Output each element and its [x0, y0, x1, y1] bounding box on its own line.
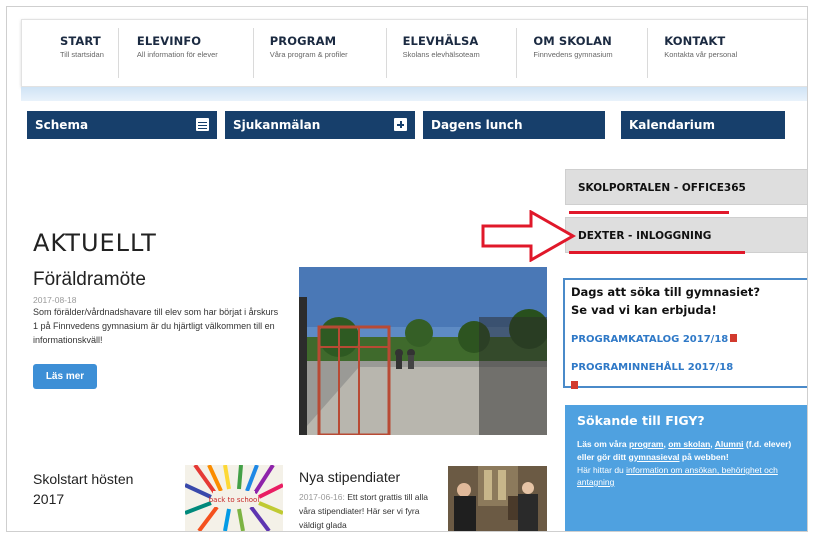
nya-stipendiater-body: 2017-06-16: Ett stort grattis till alla …: [299, 490, 439, 531]
nav-item-program[interactable]: PROGRAM Våra program & profiler: [254, 20, 386, 86]
figy-text: Läs om våra program, om skolan, Alumni (…: [577, 438, 803, 464]
om-skolan-link[interactable]: om skolan: [668, 439, 710, 449]
nya-date: 2017-06-16:: [299, 492, 345, 502]
school-yard-photo[interactable]: [299, 267, 547, 435]
program-info-box: Dags att söka till gymnasiet? Se vad vi …: [563, 278, 807, 389]
figy-text-part: på webben!: [681, 452, 729, 462]
nav-title: ELEVINFO: [136, 34, 202, 48]
dexter-login-button[interactable]: DEXTER - INLOGGNING: [565, 217, 807, 253]
figy-text-part: Här hittar du: [577, 465, 624, 475]
stipendiater-image[interactable]: [448, 466, 547, 532]
skolportalen-label: SKOLPORTALEN - OFFICE365: [578, 182, 746, 194]
skolstart-title[interactable]: Skolstart hösten 2017: [33, 469, 153, 509]
lunch-label: Dagens lunch: [431, 118, 523, 132]
program-subquestion: Se vad vi kan erbjuda!: [571, 303, 717, 317]
gymnasieval-link[interactable]: gymnasieval: [629, 452, 680, 462]
red-underline: [569, 211, 729, 214]
nav-title: START: [60, 34, 101, 48]
red-underline: [569, 251, 745, 254]
red-arrow-icon: [481, 210, 577, 262]
nav-item-elevinfo[interactable]: ELEVINFO All information för elever: [119, 20, 253, 86]
pdf-icon: [571, 380, 578, 389]
nav-subtitle: All information för elever: [136, 50, 218, 59]
nav-title: ELEVHÄLSA: [402, 34, 479, 48]
news-body: Som förälder/vårdnadshavare till elev so…: [33, 307, 279, 345]
figy-text-part: ,: [663, 439, 666, 449]
skolportalen-button[interactable]: SKOLPORTALEN - OFFICE365: [565, 169, 807, 205]
nav-item-start[interactable]: START Till startsidan: [22, 20, 118, 86]
page-frame: START Till startsidan ELEVINFO All infor…: [6, 6, 808, 532]
nav-title: OM SKOLAN: [533, 34, 612, 48]
news-title[interactable]: Föräldramöte: [33, 269, 146, 291]
section-heading: AKTUELLT: [33, 229, 157, 257]
main-navigation: START Till startsidan ELEVINFO All infor…: [21, 19, 807, 87]
calendar-icon: [196, 118, 209, 131]
programinnehall-link[interactable]: PROGRAMINNEHÅLL 2017/18: [571, 362, 733, 373]
nav-subtitle: Kontakta vår personal: [664, 50, 738, 59]
news-date: 2017-08-18: [33, 295, 77, 305]
nav-title: KONTAKT: [664, 34, 726, 48]
nav-item-om-skolan[interactable]: OM SKOLAN Finnvedens gymnasium: [517, 20, 647, 86]
program-link[interactable]: program: [629, 439, 663, 449]
dexter-label: DEXTER - INLOGGNING: [578, 230, 712, 242]
pdf-icon: [730, 333, 738, 342]
kalendarium-button[interactable]: Kalendarium: [621, 111, 785, 139]
sjukanmalan-label: Sjukanmälan: [233, 118, 321, 132]
thumbnail-caption: back to school: [209, 496, 260, 504]
program-question: Dags att söka till gymnasiet?: [571, 285, 761, 299]
skolstart-text: Skolstart hösten 2017: [33, 471, 134, 507]
nav-item-elevhalsa[interactable]: ELEVHÄLSA Skolans elevhälsoteam: [387, 20, 517, 86]
figy-heading: Sökande till FIGY?: [577, 413, 705, 428]
kalendarium-label: Kalendarium: [629, 118, 715, 132]
sokande-figy-box: Sökande till FIGY? Läs om våra program, …: [565, 405, 807, 531]
schema-label: Schema: [35, 118, 89, 132]
nav-subtitle: Våra program & profiler: [269, 50, 348, 59]
figy-text-part: ,: [710, 439, 713, 449]
figy-text-2: Här hittar du information om ansökan, be…: [577, 464, 803, 488]
read-more-button[interactable]: Läs mer: [33, 364, 97, 389]
nya-stipendiater-title[interactable]: Nya stipendiater: [299, 469, 400, 485]
programkatalog-link[interactable]: PROGRAMKATALOG 2017/18: [571, 334, 728, 345]
plus-icon: [394, 118, 407, 131]
sjukanmalan-button[interactable]: Sjukanmälan: [225, 111, 415, 139]
back-to-school-image[interactable]: back to school: [185, 465, 283, 531]
alumni-link[interactable]: Alumni: [715, 439, 744, 449]
schema-button[interactable]: Schema: [27, 111, 217, 139]
header-stripe: [21, 87, 807, 101]
figy-text-part: Läs om våra: [577, 439, 627, 449]
nav-item-kontakt[interactable]: KONTAKT Kontakta vår personal: [648, 20, 807, 86]
nav-subtitle: Skolans elevhälsoteam: [402, 50, 480, 59]
nav-subtitle: Finnvedens gymnasium: [533, 50, 613, 59]
nav-subtitle: Till startsidan: [60, 50, 104, 59]
nav-title: PROGRAM: [269, 34, 337, 48]
dagens-lunch-button[interactable]: Dagens lunch: [423, 111, 605, 139]
